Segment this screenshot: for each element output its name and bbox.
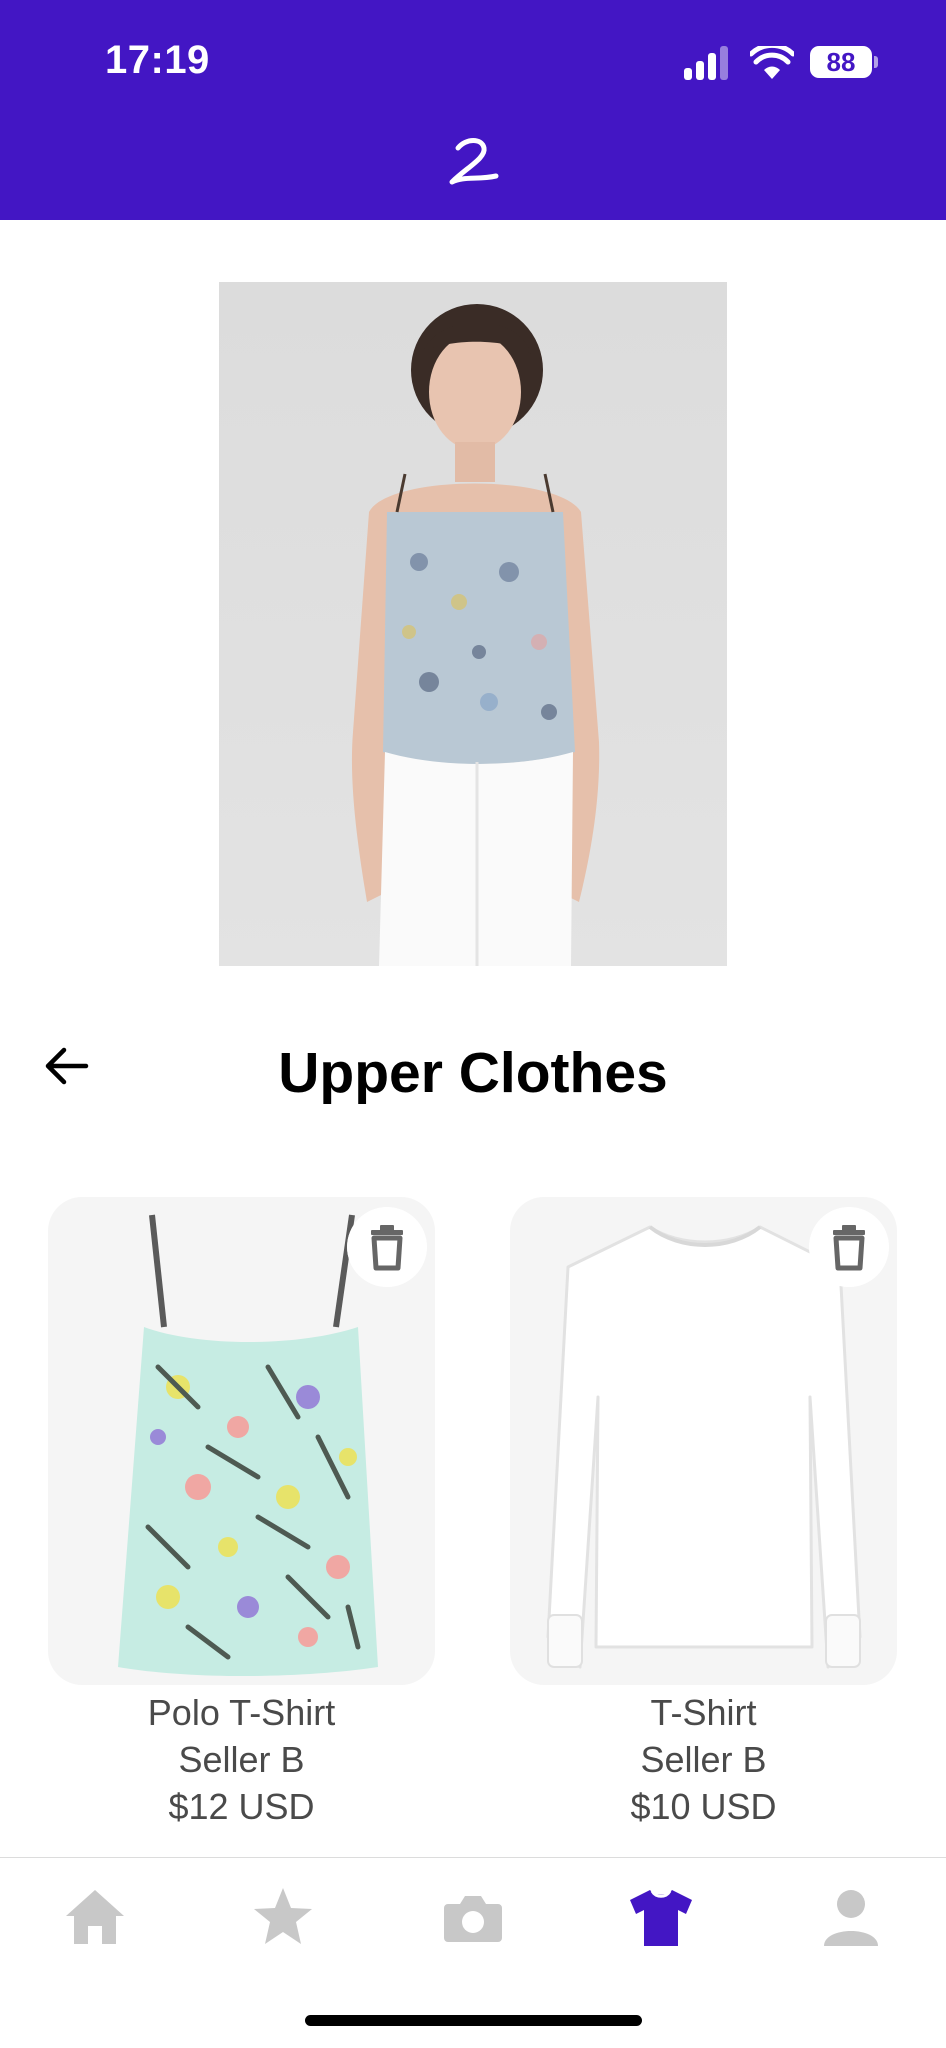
home-icon[interactable] [60, 1882, 130, 1952]
product-image-floral-camisole[interactable] [48, 1197, 435, 1685]
product-name: T-Shirt [650, 1692, 757, 1733]
status-time: 17:19 [105, 38, 210, 82]
battery-indicator: 88 [810, 46, 872, 78]
model-illustration [351, 304, 600, 966]
product-image-white-long-sleeve[interactable] [510, 1197, 897, 1685]
product-info: Polo T-Shirt Seller B $12 USD [48, 1689, 435, 1830]
camera-icon[interactable] [438, 1882, 508, 1952]
product-card[interactable]: Polo T-Shirt Seller B $12 USD [48, 1197, 435, 1830]
user-icon[interactable] [816, 1882, 886, 1952]
home-indicator [305, 2015, 642, 2026]
delete-trash-icon[interactable] [347, 1207, 427, 1287]
product-card[interactable]: T-Shirt Seller B $10 USD [510, 1197, 897, 1830]
hero-model-image [219, 282, 727, 966]
product-info: T-Shirt Seller B $10 USD [510, 1689, 897, 1830]
page-title: Upper Clothes [278, 1041, 668, 1105]
status-icons: 88 [684, 44, 884, 84]
product-name: Polo T-Shirt [147, 1692, 336, 1733]
tshirt-icon[interactable] [626, 1882, 696, 1952]
delete-trash-icon[interactable] [809, 1207, 889, 1287]
cellular-signal-icon [684, 44, 730, 80]
app-header: 17:19 88 [0, 0, 946, 220]
product-price: $12 USD [168, 1786, 315, 1827]
script-l-logo-icon [449, 138, 499, 185]
product-seller: Seller B [640, 1739, 767, 1780]
battery-tip [874, 56, 878, 68]
product-seller: Seller B [178, 1739, 305, 1780]
product-price: $10 USD [630, 1786, 777, 1827]
wifi-icon [750, 46, 794, 79]
tab-bar-divider [0, 1857, 946, 1858]
star-icon[interactable] [248, 1882, 318, 1952]
